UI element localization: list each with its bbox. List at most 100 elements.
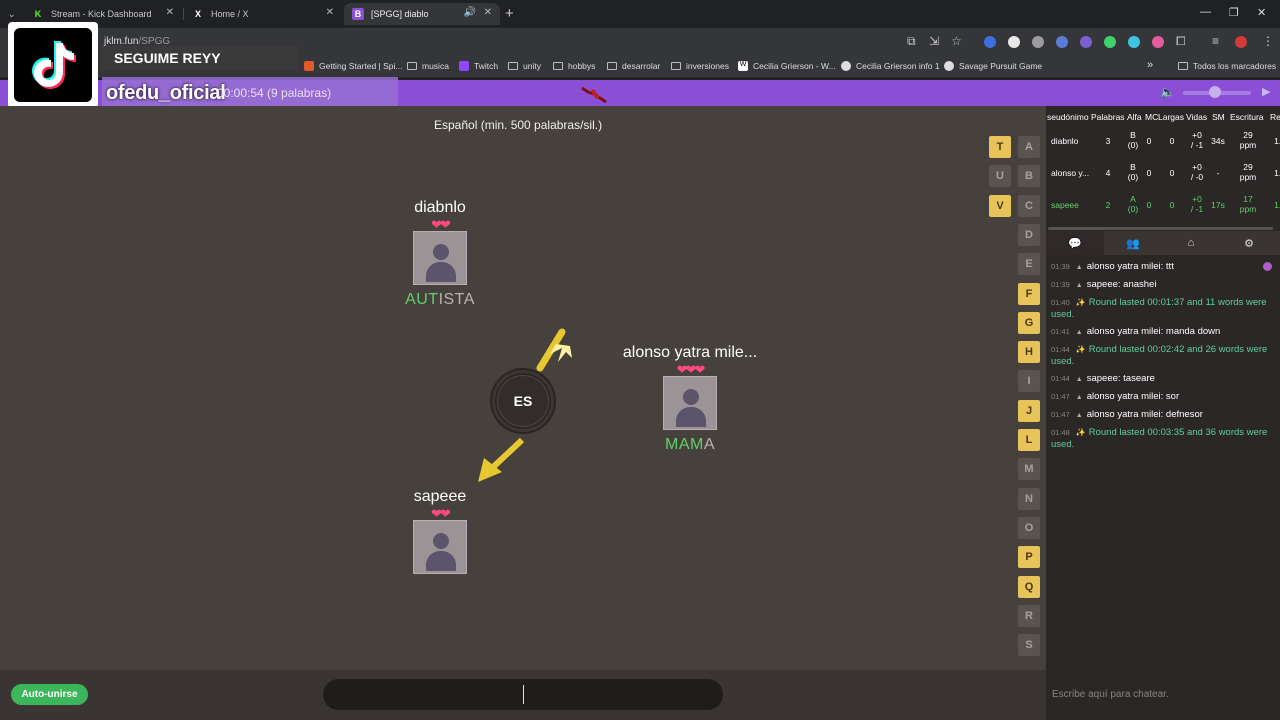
- chat-username[interactable]: sapeee: [1076, 279, 1118, 290]
- bookmark-folder[interactable]: unity: [508, 61, 541, 71]
- bookmark-label: Todos los marcadores: [1193, 61, 1277, 71]
- stats-value: 34s: [1211, 136, 1225, 146]
- chat-username[interactable]: sapeee: [1076, 373, 1118, 384]
- extension-icon[interactable]: [1152, 36, 1164, 48]
- chat-username[interactable]: alonso yatra milei: [1076, 261, 1161, 272]
- bookmark-label: Cecilia Grierson - W...: [753, 61, 836, 71]
- kebab-menu-icon[interactable]: ⋮: [1262, 34, 1274, 48]
- extension-icon[interactable]: [1128, 36, 1140, 48]
- stats-value: 0: [1169, 200, 1175, 210]
- tab-home-x[interactable]: X Home / X ✕: [184, 3, 342, 25]
- bookmark-item[interactable]: Savage Pursuit Game: [944, 61, 1042, 71]
- chat-message: 01:47alonso yatra milei: sor: [1051, 391, 1277, 404]
- close-icon[interactable]: ✕: [484, 7, 492, 18]
- extension-icon[interactable]: [1032, 36, 1044, 48]
- bonus-letter: C: [1018, 194, 1040, 217]
- stats-header: Palabras: [1091, 112, 1125, 122]
- play-icon[interactable]: ▶: [1262, 85, 1270, 98]
- bookmark-folder[interactable]: inversiones: [671, 61, 729, 71]
- tab-spgg-diablo[interactable]: B [SPGG] diablo 🔊 ✕: [344, 3, 500, 25]
- close-icon[interactable]: ✕: [326, 7, 334, 18]
- restore-icon[interactable]: ❐: [1229, 6, 1239, 19]
- auto-join-button[interactable]: Auto-unirse: [11, 684, 88, 705]
- bookmark-item[interactable]: W Cecilia Grierson - W...: [738, 61, 836, 71]
- chat-username[interactable]: alonso yatra milei: [1076, 391, 1161, 402]
- volume-slider-knob[interactable]: [1209, 86, 1221, 98]
- bonus-letter: B: [1018, 165, 1040, 188]
- word-rest: A: [703, 436, 715, 453]
- star-icon[interactable]: ☆: [951, 34, 962, 48]
- stats-value: 0: [1146, 168, 1152, 178]
- extension-icon[interactable]: [1008, 36, 1020, 48]
- bonus-letter: U: [989, 165, 1011, 188]
- bonus-letter: I: [1018, 370, 1040, 393]
- tab-room[interactable]: ⌂: [1162, 231, 1220, 255]
- chat-username[interactable]: alonso yatra milei: [1076, 409, 1161, 420]
- globe-icon: [944, 61, 954, 71]
- stats-value: ppm: [1239, 140, 1257, 150]
- translate-icon[interactable]: ⧉: [907, 34, 916, 49]
- player-name: diabnlo: [414, 199, 466, 216]
- chat-timestamp: 01:39: [1051, 280, 1070, 289]
- media-icon[interactable]: ≡: [1212, 34, 1219, 48]
- all-bookmarks-folder[interactable]: Todos los marcadores: [1178, 61, 1276, 71]
- chat-timestamp: 01:44: [1051, 345, 1070, 354]
- stats-value: 1.8: [1274, 136, 1280, 146]
- stats-value: 2: [1105, 200, 1111, 210]
- minimize-icon[interactable]: —: [1200, 6, 1211, 18]
- bonus-letter: G: [1018, 311, 1040, 334]
- bookmark-item[interactable]: Cecilia Grierson info 1: [841, 61, 940, 71]
- chat-text: ttt: [1165, 261, 1174, 272]
- stats-value: 1.6: [1274, 168, 1280, 178]
- stats-cell: 4: [1102, 168, 1114, 178]
- tab-title: [SPGG] diablo: [371, 9, 429, 19]
- bonus-letter: D: [1018, 223, 1040, 246]
- chat-message: 01:44sapeee: taseare: [1051, 373, 1277, 386]
- stats-value: ppm: [1239, 204, 1257, 214]
- tab-settings[interactable]: ⚙: [1220, 231, 1278, 255]
- stats-cell: 29 ppm: [1234, 130, 1262, 150]
- bookmark-label: hobbys: [568, 61, 596, 71]
- window-close-icon[interactable]: ✕: [1257, 6, 1266, 19]
- x-logo-icon: X: [194, 9, 201, 19]
- avatar: [413, 520, 467, 574]
- bookmark-item[interactable]: Getting Started | Spi...: [304, 61, 402, 71]
- chat-timestamp: 01:39: [1051, 262, 1070, 271]
- bookmark-label: inversiones: [686, 61, 729, 71]
- bookmarks-overflow-button[interactable]: »: [1147, 59, 1153, 71]
- chat-username[interactable]: alonso yatra milei: [1076, 326, 1161, 337]
- stats-value: 0: [1146, 200, 1152, 210]
- stats-cell: 1.6: [1270, 168, 1280, 178]
- tab-title: Stream - Kick Dashboard: [51, 9, 152, 19]
- stats-cell: B (0): [1126, 162, 1140, 182]
- stats-value: 0: [1146, 136, 1152, 146]
- install-icon[interactable]: ⇲: [929, 34, 939, 48]
- shield-icon[interactable]: [1104, 36, 1116, 48]
- chat-message: 01:47alonso yatra milei: defnesor: [1051, 409, 1277, 422]
- puzzle-icon[interactable]: ⧠: [1176, 34, 1186, 49]
- stats-value: 3: [1105, 136, 1111, 146]
- tab-chat[interactable]: 💬: [1046, 231, 1104, 255]
- bookmark-folder[interactable]: musica: [407, 61, 449, 71]
- bookmark-folder[interactable]: hobbys: [553, 61, 595, 71]
- close-icon[interactable]: ✕: [166, 7, 174, 18]
- folder-icon: [407, 62, 417, 70]
- bookmark-folder[interactable]: desarrolar: [607, 61, 660, 71]
- volume-icon[interactable]: 🔈: [1160, 85, 1175, 99]
- new-tab-button[interactable]: +: [505, 5, 514, 22]
- bookmark-item[interactable]: Twitch: [459, 61, 498, 71]
- chat-input[interactable]: [1046, 676, 1280, 712]
- profile-avatar[interactable]: [1235, 36, 1247, 48]
- tab-players[interactable]: 👥: [1104, 231, 1162, 255]
- stats-scrollbar[interactable]: [1046, 226, 1280, 230]
- stats-cell: 17s: [1208, 200, 1228, 210]
- extension-icon[interactable]: [1080, 36, 1092, 48]
- bomb-syllable: ES: [497, 375, 549, 427]
- bonus-letter: P: [1018, 546, 1040, 569]
- speaker-icon[interactable]: 🔊: [464, 7, 476, 18]
- stats-cell: 34s: [1208, 136, 1228, 146]
- extension-icon[interactable]: [1056, 36, 1068, 48]
- stats-value: (0): [1127, 204, 1139, 214]
- chat-bubble-icon: 💬: [1068, 237, 1082, 250]
- extension-icon[interactable]: [984, 36, 996, 48]
